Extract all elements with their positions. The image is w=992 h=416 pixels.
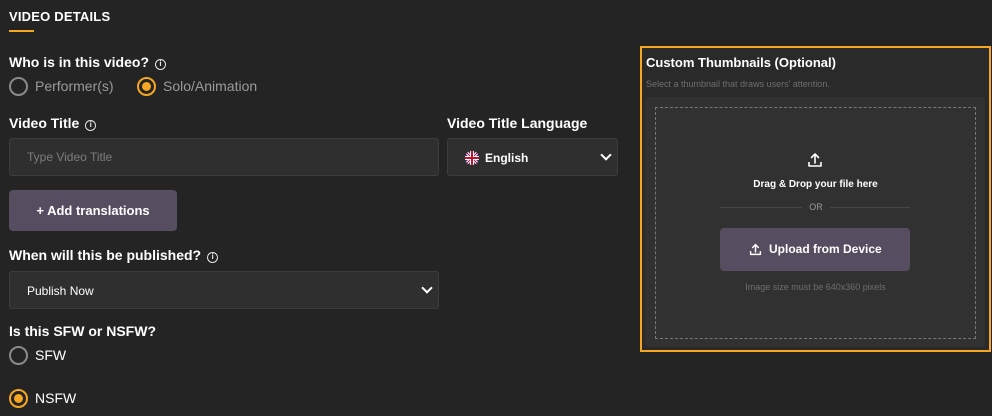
info-circle-icon[interactable]: i [155,59,166,70]
chevron-down-icon [600,149,612,161]
solo-animation-radio-label[interactable]: Solo/Animation [163,78,257,94]
video-title-label: Video Title i [9,115,97,131]
title-language-label: Video Title Language [447,115,588,131]
performer-question-text: Who is in this video? [9,54,149,70]
title-language-select[interactable]: English [447,138,618,176]
upload-icon [808,153,822,167]
thumbnails-subtitle: Select a thumbnail that draws users' att… [646,79,830,89]
info-circle-icon[interactable]: i [207,252,219,263]
chevron-down-icon [421,282,433,294]
section-title: VIDEO DETAILS [9,9,111,24]
section-title-underline [9,30,34,32]
performer-question-label: Who is in this video? i [9,54,166,70]
uk-flag-icon [465,151,479,165]
nsfw-radio[interactable] [9,389,28,408]
thumbnails-title: Custom Thumbnails (Optional) [646,55,836,70]
or-divider-text: OR [809,202,823,212]
add-translations-button[interactable]: + Add translations [9,190,177,231]
or-divider-right [830,207,910,208]
title-language-value: English [485,151,529,165]
rating-label: Is this SFW or NSFW? [9,323,156,339]
info-circle-icon[interactable]: i [85,120,97,131]
video-title-input[interactable] [9,138,439,176]
publish-label: When will this be published? i [9,247,219,263]
nsfw-radio-label[interactable]: NSFW [35,390,76,406]
sfw-radio-label[interactable]: SFW [35,347,66,363]
solo-animation-radio[interactable] [137,77,156,96]
performer-radio[interactable] [9,77,28,96]
publish-select-value: Publish Now [27,284,94,298]
image-size-hint: Image size must be 640x360 pixels [745,282,886,292]
performer-radio-label[interactable]: Performer(s) [35,78,114,94]
thumbnail-dropzone[interactable] [655,107,976,339]
sfw-radio[interactable] [9,346,28,365]
upload-from-device-button[interactable]: Upload from Device [720,228,910,271]
upload-icon [749,243,762,256]
upload-from-device-label: Upload from Device [769,242,882,256]
or-divider-left [720,207,802,208]
video-title-label-text: Video Title [9,115,80,131]
publish-label-text: When will this be published? [9,247,202,263]
drag-drop-text: Drag & Drop your file here [753,179,878,190]
publish-select[interactable]: Publish Now [9,271,439,309]
